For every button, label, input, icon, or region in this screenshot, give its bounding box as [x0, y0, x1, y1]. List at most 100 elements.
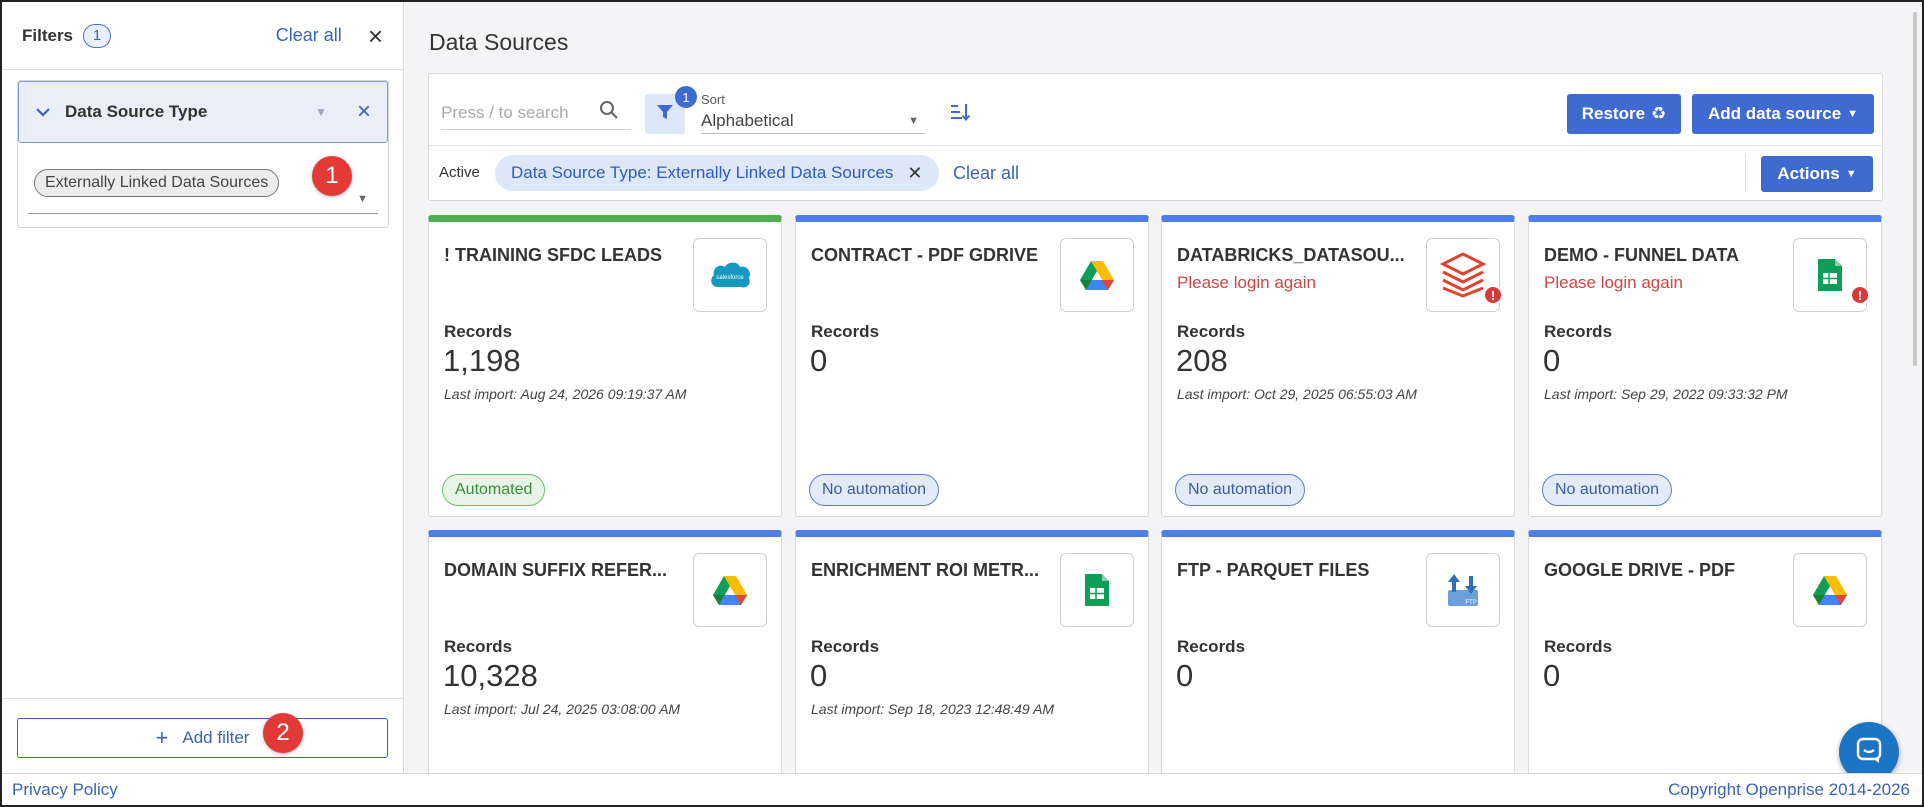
data-source-card[interactable]: DEMO - FUNNEL DATA Please login again ! …	[1528, 215, 1882, 517]
card-name[interactable]: GOOGLE DRIVE - PDF	[1544, 560, 1789, 581]
filters-clear-all-link[interactable]: Clear all	[276, 25, 342, 46]
filters-sidebar: Filters 1 Clear all × Data Source Type ▼…	[2, 2, 404, 773]
chevron-down-icon[interactable]	[35, 102, 51, 123]
privacy-policy-link[interactable]: Privacy Policy	[12, 780, 118, 800]
svg-text:FTP: FTP	[1465, 600, 1476, 606]
callout-marker-2: 2	[263, 713, 303, 753]
svg-text:salesforce: salesforce	[716, 275, 744, 281]
copyright-text: Copyright Openprise 2014-2026	[1668, 779, 1910, 799]
google-sheets-icon: !	[1793, 238, 1870, 312]
recycle-icon: ♻	[1651, 104, 1667, 123]
records-value: 10,328	[443, 658, 538, 693]
google-drive-icon	[1060, 238, 1134, 312]
close-filters-icon[interactable]: ×	[368, 23, 383, 49]
filter-group-card: Data Source Type ▼ × Externally Linked D…	[17, 80, 389, 228]
google-drive-icon	[1793, 553, 1867, 627]
automation-badge: No automation	[1175, 474, 1306, 506]
active-clear-all-link[interactable]: Clear all	[953, 163, 1019, 184]
sort-select[interactable]: Alphabetical ▼	[701, 108, 925, 134]
page-footer: Privacy Policy Copyright Openprise 2014-…	[2, 773, 1922, 805]
last-import: Last import: Oct 29, 2025 06:55:03 AM	[1177, 386, 1417, 402]
records-value: 0	[1543, 658, 1561, 693]
filter-group-title: Data Source Type	[65, 102, 208, 121]
plus-icon: +	[155, 725, 169, 750]
search-input[interactable]	[441, 102, 591, 123]
google-sheets-icon	[1060, 553, 1134, 627]
filters-header: Filters 1 Clear all ×	[2, 2, 403, 70]
records-label: Records	[1177, 322, 1246, 341]
filter-toggle-button[interactable]: 1	[645, 86, 697, 134]
active-filters-label: Active	[439, 164, 480, 181]
records-label: Records	[444, 637, 513, 656]
chat-icon	[1855, 736, 1883, 769]
caret-down-icon[interactable]: ▼	[315, 105, 327, 119]
dropdown-caret-icon: ▼	[1847, 108, 1859, 120]
data-source-card[interactable]: GOOGLE DRIVE - PDF Records 0	[1528, 530, 1882, 773]
sort-label: Sort	[701, 92, 725, 107]
data-source-card[interactable]: FTP - PARQUET FILES FTP Records 0	[1161, 530, 1515, 773]
card-name[interactable]: FTP - PARQUET FILES	[1177, 560, 1422, 581]
last-import: Last import: Sep 29, 2022 09:33:32 PM	[1544, 386, 1788, 402]
records-value: 0	[1543, 343, 1561, 378]
main-content: Data Sources 1 Sort Alphabetical ▼	[405, 2, 1922, 773]
card-name[interactable]: ! TRAINING SFDC LEADS	[444, 245, 689, 266]
scrollbar-thumb[interactable]	[1913, 12, 1917, 366]
add-filter-button[interactable]: + Add filter	[17, 718, 388, 758]
add-data-source-label: Add data source	[1707, 104, 1842, 123]
add-data-source-button[interactable]: Add data source ▼	[1692, 94, 1874, 134]
remove-filter-icon[interactable]: ×	[357, 100, 371, 124]
data-source-card[interactable]: DATABRICKS_DATASOU... Please login again…	[1161, 215, 1515, 517]
sort-control[interactable]: Sort Alphabetical ▼	[701, 92, 925, 134]
automation-badge: No automation	[1542, 474, 1673, 506]
active-filter-chip[interactable]: Data Source Type: Externally Linked Data…	[495, 155, 939, 191]
select-underline	[28, 213, 378, 214]
toolbar-divider	[429, 145, 1882, 146]
card-name[interactable]: CONTRACT - PDF GDRIVE	[811, 245, 1056, 266]
card-error: Please login again	[1177, 273, 1316, 292]
filters-title: Filters	[22, 25, 74, 45]
card-name[interactable]: ENRICHMENT ROI METR...	[811, 560, 1056, 581]
card-name[interactable]: DEMO - FUNNEL DATA	[1544, 245, 1789, 266]
sort-direction-icon[interactable]	[949, 102, 971, 127]
data-source-card[interactable]: CONTRACT - PDF GDRIVE Records 0 No autom…	[795, 215, 1149, 517]
selected-value-chip[interactable]: Externally Linked Data Sources	[34, 169, 280, 197]
sort-caret-icon: ▼	[908, 114, 919, 127]
automation-badge: Automated	[442, 474, 546, 506]
google-drive-icon	[693, 553, 767, 627]
records-label: Records	[1177, 637, 1246, 656]
automation-badge: No automation	[809, 474, 940, 506]
card-name[interactable]: DOMAIN SUFFIX REFER...	[444, 560, 689, 581]
records-label: Records	[811, 322, 880, 341]
salesforce-icon: salesforce	[693, 238, 767, 312]
toolbar-panel: 1 Sort Alphabetical ▼ Restore ♻ Add data…	[428, 73, 1883, 201]
data-source-card[interactable]: DOMAIN SUFFIX REFER... Records 10,328 La…	[428, 530, 782, 773]
vertical-scrollbar[interactable]	[1908, 4, 1922, 773]
restore-label: Restore	[1581, 104, 1646, 123]
actions-button[interactable]: Actions ▼	[1761, 156, 1873, 192]
data-source-card[interactable]: ! TRAINING SFDC LEADS salesforce Records…	[428, 215, 782, 517]
last-import: Last import: Jul 24, 2025 03:08:00 AM	[444, 701, 681, 717]
ftp-icon: FTP	[1426, 553, 1500, 627]
records-value: 0	[810, 658, 828, 693]
filter-group-header[interactable]: Data Source Type ▼ ×	[18, 81, 388, 143]
records-label: Records	[444, 322, 513, 341]
last-import: Last import: Sep 18, 2023 12:48:49 AM	[811, 701, 1055, 717]
last-import: Last import: Aug 24, 2026 09:19:37 AM	[444, 386, 687, 402]
search-box[interactable]	[441, 96, 631, 130]
filters-footer: + Add filter	[2, 698, 403, 773]
data-source-card[interactable]: ENRICHMENT ROI METR... Records 0 Last im…	[795, 530, 1149, 773]
toolbar-separator	[1745, 154, 1746, 192]
records-label: Records	[1544, 322, 1613, 341]
remove-active-filter-icon[interactable]: ✕	[907, 163, 922, 184]
actions-caret-icon: ▼	[1845, 168, 1857, 180]
card-error: Please login again	[1544, 273, 1683, 292]
restore-button[interactable]: Restore ♻	[1567, 94, 1681, 134]
databricks-icon: !	[1426, 238, 1503, 312]
search-icon[interactable]	[599, 100, 619, 125]
records-value: 0	[810, 343, 828, 378]
filter-count-badge: 1	[675, 86, 697, 108]
card-name[interactable]: DATABRICKS_DATASOU...	[1177, 245, 1422, 266]
page-title: Data Sources	[429, 29, 569, 55]
select-caret-icon[interactable]: ▼	[357, 193, 368, 205]
funnel-icon	[656, 103, 674, 126]
